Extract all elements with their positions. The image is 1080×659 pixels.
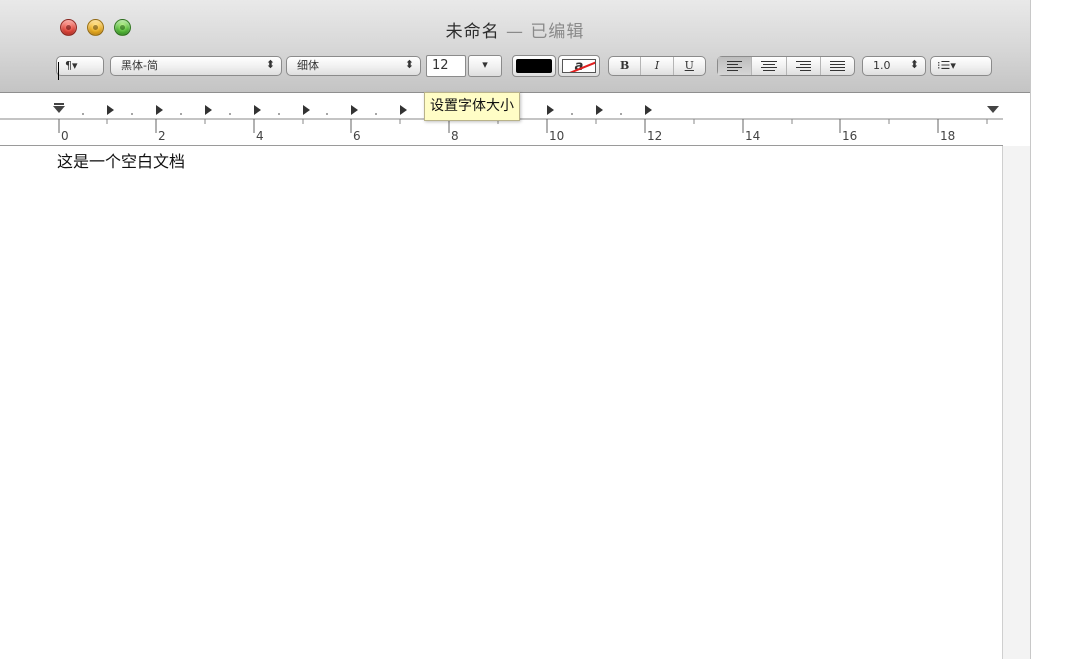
window-edge bbox=[1030, 0, 1031, 659]
textedit-window: 未命名 — 已编辑 ¶▾ 黑体-简 ⬍ 细体 ⬍ 12 ▾ a B I U 1.… bbox=[0, 0, 1030, 659]
ruler-number: 10 bbox=[549, 129, 565, 143]
ruler-number: 6 bbox=[353, 129, 361, 143]
title-toolbar: 未命名 — 已编辑 ¶▾ 黑体-简 ⬍ 细体 ⬍ 12 ▾ a B I U 1.… bbox=[0, 0, 1030, 93]
text-color-swatch bbox=[516, 59, 552, 73]
underline-button[interactable]: U bbox=[674, 57, 705, 75]
window-title: 未命名 — 已编辑 bbox=[0, 17, 1030, 42]
font-family-popup[interactable]: 黑体-简 ⬍ bbox=[110, 56, 282, 76]
background-color-well[interactable]: a bbox=[558, 55, 600, 77]
font-family-value: 黑体-简 bbox=[121, 59, 158, 72]
chevron-down-icon: ▾ bbox=[482, 58, 488, 71]
popup-arrows-icon: ⬍ bbox=[909, 58, 919, 71]
list-bullets-popup[interactable]: ⁝☰▾ bbox=[930, 56, 992, 76]
ruler-number: 12 bbox=[647, 129, 663, 143]
document-body-text: 这是一个空白文档 bbox=[57, 152, 186, 171]
paragraph-styles-button[interactable]: ¶▾ bbox=[56, 56, 104, 76]
align-left-button[interactable] bbox=[718, 57, 753, 75]
text-insertion-caret bbox=[58, 62, 59, 80]
italic-button[interactable]: I bbox=[641, 57, 674, 75]
paragraph-icon: ¶▾ bbox=[65, 59, 78, 72]
align-center-button[interactable] bbox=[752, 57, 787, 75]
tab-stop-markers bbox=[107, 105, 652, 115]
align-justify-button[interactable] bbox=[821, 57, 854, 75]
font-size-value: 12 bbox=[432, 58, 449, 73]
bold-italic-underline-group: B I U bbox=[608, 56, 706, 76]
line-spacing-popup[interactable]: 1.0 ⬍ bbox=[862, 56, 926, 76]
font-size-field[interactable]: 12 bbox=[426, 55, 466, 77]
alignment-group bbox=[717, 56, 855, 76]
ruler-number: 0 bbox=[61, 129, 69, 143]
left-indent-marker bbox=[53, 106, 65, 113]
no-color-swatch-icon: a bbox=[562, 59, 596, 73]
text-color-well[interactable] bbox=[512, 55, 556, 77]
popup-arrows-icon: ⬍ bbox=[265, 58, 275, 71]
ruler-number: 18 bbox=[940, 129, 956, 143]
edited-status: 已编辑 bbox=[530, 22, 585, 42]
font-size-tooltip: 设置字体大小 bbox=[424, 92, 520, 121]
ruler-number: 8 bbox=[451, 129, 459, 143]
ruler-number: 14 bbox=[745, 129, 761, 143]
ruler-number: 2 bbox=[158, 129, 166, 143]
document-name: 未命名 bbox=[445, 22, 500, 42]
font-style-popup[interactable]: 细体 ⬍ bbox=[286, 56, 421, 76]
bold-button[interactable]: B bbox=[609, 57, 642, 75]
ruler-number: 16 bbox=[842, 129, 858, 143]
line-spacing-value: 1.0 bbox=[873, 59, 891, 72]
popup-arrows-icon: ⬍ bbox=[404, 58, 414, 71]
vertical-scrollbar[interactable] bbox=[1002, 146, 1030, 659]
ruler-number: 4 bbox=[256, 129, 264, 143]
align-right-button[interactable] bbox=[787, 57, 821, 75]
font-style-value: 细体 bbox=[297, 59, 319, 72]
document-text-area[interactable]: 这是一个空白文档 bbox=[0, 146, 1003, 659]
title-separator: — bbox=[499, 22, 531, 42]
list-icon: ⁝☰▾ bbox=[937, 59, 956, 72]
font-size-menu-button[interactable]: ▾ bbox=[468, 55, 502, 77]
right-indent-marker bbox=[987, 106, 999, 113]
